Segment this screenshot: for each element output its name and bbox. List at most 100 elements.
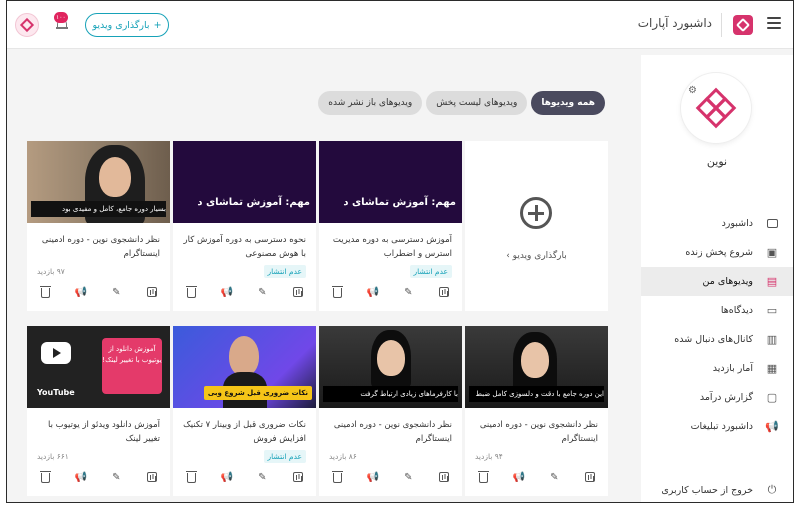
youtube-label: YouTube: [37, 388, 75, 397]
video-actions: 📢 ✎: [185, 285, 304, 299]
edit-icon[interactable]: ✎: [110, 471, 122, 483]
knot-logo-icon: [695, 87, 737, 129]
stats-icon[interactable]: [438, 286, 450, 298]
promote-icon[interactable]: 📢: [366, 471, 378, 483]
tab-republished-videos[interactable]: ویدیوهای باز نشر شده: [318, 91, 423, 115]
youtube-play-icon: [41, 342, 71, 364]
video-card[interactable]: YouTube آموزش دانلود از یوتیوب با تغییر …: [27, 326, 170, 496]
menu-icon[interactable]: [767, 17, 781, 29]
video-title[interactable]: آموزش دسترسی به دوره مدیریت استرس و اضطر…: [329, 233, 452, 261]
video-thumbnail[interactable]: مهم: آموزش تماشای د: [319, 141, 462, 223]
stats-icon[interactable]: [584, 471, 596, 483]
promote-icon[interactable]: 📢: [74, 286, 86, 298]
promote-icon[interactable]: 📢: [366, 286, 378, 298]
income-icon: ▢: [766, 391, 778, 404]
edit-icon[interactable]: ✎: [110, 286, 122, 298]
sidebar-item-label: ویدیوهای من: [702, 276, 753, 287]
sidebar-item-label: داشبورد تبلیغات: [690, 421, 753, 432]
video-title[interactable]: نظر دانشجوی نوین - دوره ادمینی اینستاگرا…: [475, 418, 598, 446]
notification-badge: ۱۰۰: [54, 12, 68, 23]
sidebar-item-label: شروع پخش زنده: [685, 247, 753, 258]
sidebar-item-income-report[interactable]: ▢ گزارش درآمد: [641, 383, 793, 412]
promote-icon[interactable]: 📢: [220, 471, 232, 483]
video-card[interactable]: با کارفرماهای زیادی ارتباط گرفت نظر دانش…: [319, 326, 462, 496]
dashboard-icon: [765, 217, 779, 231]
stats-icon[interactable]: [438, 471, 450, 483]
header-title: داشبورد آپارات: [637, 16, 712, 30]
knot-logo-icon: [19, 17, 35, 33]
sidebar-item-live[interactable]: ▣ شروع پخش زنده: [641, 238, 793, 267]
video-title[interactable]: آموزش دانلود ویدئو از یوتیوب با تغییر لی…: [37, 418, 160, 446]
video-title[interactable]: نظر دانشجوی نوین - دوره ادمینی اینستاگرا…: [37, 233, 160, 261]
video-filter-tabs: همه ویدیوها ویدیوهای لیست پخش ویدیوهای ب…: [318, 91, 605, 115]
thumbnail-caption: نکات ضروری قبل شروع وبی: [203, 386, 312, 400]
logout-button[interactable]: ⏻ خروج از حساب کاربری: [641, 480, 793, 500]
stats-icon: ▦: [766, 362, 778, 375]
video-card[interactable]: این دوره جامع با دقت و دلسوزی کامل ضبط ن…: [465, 326, 608, 496]
stats-icon[interactable]: [292, 286, 304, 298]
top-header: داشبورد آپارات بارگذاری ویدیو + ۱۰۰: [7, 1, 793, 49]
edit-icon[interactable]: ✎: [256, 286, 268, 298]
logout-label: خروج از حساب کاربری: [661, 484, 753, 496]
playlist-remove-icon[interactable]: [331, 286, 343, 298]
edit-icon[interactable]: ✎: [402, 471, 414, 483]
channel-avatar[interactable]: [681, 73, 751, 143]
status-badge: عدم انتشار: [409, 265, 452, 278]
tab-all-videos[interactable]: همه ویدیوها: [531, 91, 605, 115]
thumbnail-caption: با کارفرماهای زیادی ارتباط گرفت: [323, 386, 458, 402]
video-card[interactable]: مهم: آموزش تماشای د آموزش دسترسی به دوره…: [319, 141, 462, 311]
promote-icon[interactable]: 📢: [74, 471, 86, 483]
video-actions: 📢 ✎: [39, 470, 158, 484]
tab-playlist-videos[interactable]: ویدیوهای لیست پخش: [426, 91, 528, 115]
playlist-remove-icon[interactable]: [331, 471, 343, 483]
upload-button-label: بارگذاری ویدیو: [92, 19, 150, 31]
ads-icon: 📢: [765, 420, 779, 433]
stats-icon[interactable]: [146, 286, 158, 298]
upload-video-card[interactable]: بارگذاری ویدیو ›: [465, 141, 608, 311]
edit-icon[interactable]: ✎: [548, 471, 560, 483]
promote-icon[interactable]: 📢: [220, 286, 232, 298]
stats-icon[interactable]: [146, 471, 158, 483]
thumbnail-caption: این دوره جامع با دقت و دلسوزی کامل ضبط: [469, 386, 604, 402]
thumbnail-caption: مهم: آموزش تماشای د: [197, 197, 310, 208]
playlist-remove-icon[interactable]: [185, 471, 197, 483]
channels-icon: ▥: [766, 333, 778, 346]
video-card[interactable]: بسیار دوره جامع، کامل و مفیدی بود نظر دا…: [27, 141, 170, 311]
sidebar-item-comments[interactable]: ▭ دیدگاه‌ها: [641, 296, 793, 325]
playlist-remove-icon[interactable]: [477, 471, 489, 483]
playlist-remove-icon[interactable]: [185, 286, 197, 298]
video-thumbnail[interactable]: YouTube آموزش دانلود از یوتیوب با تغییر …: [27, 326, 170, 408]
sidebar-item-dashboard[interactable]: داشبورد: [641, 209, 793, 238]
video-card[interactable]: مهم: آموزش تماشای د نحوه دسترسی به دوره …: [173, 141, 316, 311]
sidebar-item-followed-channels[interactable]: ▥ کانال‌های دنبال شده: [641, 325, 793, 354]
video-title[interactable]: نکات ضروری قبل از وبینار ۷ تکنیک افزایش …: [183, 418, 306, 446]
video-thumbnail[interactable]: مهم: آموزش تماشای د: [173, 141, 316, 223]
user-avatar[interactable]: [15, 13, 39, 37]
video-title[interactable]: نظر دانشجوی نوین - دوره ادمینی اینستاگرا…: [329, 418, 452, 446]
sidebar-item-my-videos[interactable]: ▤ ویدیوهای من: [641, 267, 793, 296]
view-count: ۸۶ بازدید: [329, 452, 357, 461]
gear-icon[interactable]: ⚙: [688, 85, 697, 96]
sidebar: ⚙ نوین داشبورد ▣ شروع پخش زنده ▤ ویدیوها…: [641, 55, 793, 502]
promote-icon[interactable]: 📢: [512, 471, 524, 483]
video-thumbnail[interactable]: این دوره جامع با دقت و دلسوزی کامل ضبط: [465, 326, 608, 408]
stats-icon[interactable]: [292, 471, 304, 483]
playlist-remove-icon[interactable]: [39, 471, 51, 483]
playlist-remove-icon[interactable]: [39, 286, 51, 298]
thumbnail-caption: آموزش دانلود از یوتیوب با تغییر لینک!: [102, 338, 162, 394]
edit-icon[interactable]: ✎: [256, 471, 268, 483]
video-thumbnail[interactable]: بسیار دوره جامع، کامل و مفیدی بود: [27, 141, 170, 223]
status-badge: عدم انتشار: [263, 265, 306, 278]
sidebar-item-ads-dashboard[interactable]: 📢 داشبورد تبلیغات: [641, 412, 793, 441]
video-title[interactable]: نحوه دسترسی به دوره آموزش کار با هوش مصن…: [183, 233, 306, 261]
channel-name: نوین: [706, 155, 728, 168]
video-thumbnail[interactable]: با کارفرماهای زیادی ارتباط گرفت: [319, 326, 462, 408]
edit-icon[interactable]: ✎: [402, 286, 414, 298]
video-thumbnail[interactable]: نکات ضروری قبل شروع وبی: [173, 326, 316, 408]
plus-icon: +: [153, 19, 162, 31]
notification-bell-icon[interactable]: ۱۰۰: [54, 12, 68, 31]
sidebar-item-view-stats[interactable]: ▦ آمار بازدید: [641, 354, 793, 383]
upload-video-button[interactable]: بارگذاری ویدیو +: [85, 13, 169, 37]
video-card[interactable]: نکات ضروری قبل شروع وبی نکات ضروری قبل ا…: [173, 326, 316, 496]
aparat-logo-icon: [733, 15, 753, 35]
